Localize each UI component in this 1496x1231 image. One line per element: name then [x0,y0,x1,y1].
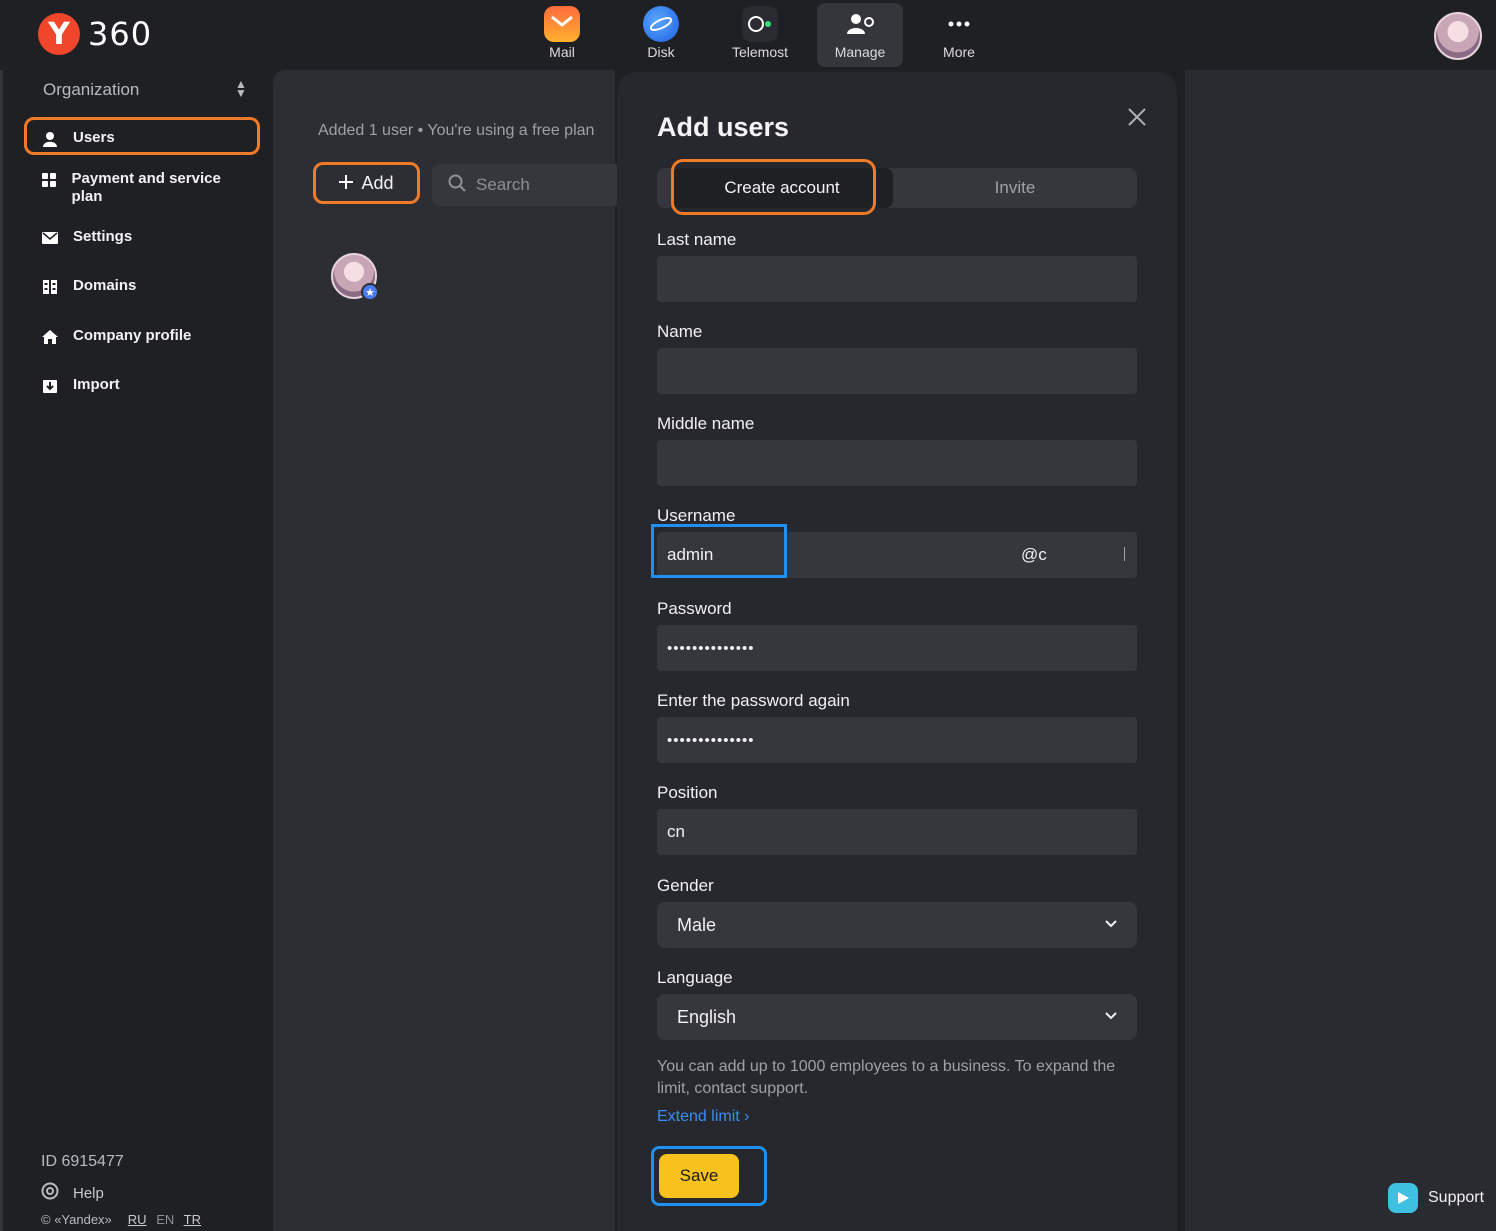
sidebar-item-domains[interactable]: Domains [41,277,136,296]
position-field[interactable]: cn [657,809,1137,855]
sidebar-item-users[interactable]: Users [41,129,115,148]
employee-limit-note: You can add up to 1000 employees to a bu… [657,1058,1116,1097]
gender-value: Male [677,914,717,935]
lang-en-link[interactable]: EN [156,1212,174,1227]
language-value: English [677,1006,737,1027]
language-select[interactable]: English [657,994,1137,1040]
mail-icon [544,6,580,42]
support-label: Support [1428,1189,1485,1206]
users-summary: Added 1 user • You're using a free plan [318,122,595,139]
name-field[interactable] [657,348,1137,394]
search-placeholder: Search [476,175,530,194]
help-label: Help [73,1184,104,1202]
support-chat-icon [1388,1183,1418,1213]
username-label: Username [657,506,736,525]
save-button[interactable]: Save [659,1154,739,1198]
logo-text: 360 [88,15,153,53]
app-label: More [943,44,975,60]
last-name-label: Last name [657,230,737,249]
position-label: Position [657,783,718,802]
username-domain: @c [1021,545,1047,564]
user-icon [41,130,59,148]
gender-label: Gender [657,876,714,895]
app-telemost[interactable]: Telemost [717,3,803,67]
modal-title: Add users [657,112,790,142]
help-link[interactable]: Help [41,1182,104,1204]
chevron-down-icon [1103,915,1119,936]
app-more[interactable]: More [916,3,1002,67]
add-users-modal: Add users Create account Invite Last nam… [617,72,1177,1231]
account-avatar[interactable] [1434,12,1482,60]
app-label: Manage [834,44,886,60]
sidebar-item-company-profile[interactable]: Company profile [41,327,191,346]
top-bar: Y 360 Mail Disk Telemost Manage More [0,0,1496,70]
create-account-highlight [671,159,876,215]
middle-name-label: Middle name [657,414,755,433]
sidebar-item-label: Settings [73,228,133,245]
sidebar-item-payment[interactable]: Payment and service plan [41,170,241,206]
grid-icon [41,171,58,189]
admin-star-icon: ★ [361,283,379,301]
search-input[interactable]: Search [432,164,622,206]
sidebar-item-label: Domains [73,277,137,294]
lang-tr-link[interactable]: TR [184,1212,201,1227]
app-label: Disk [647,44,675,60]
import-icon [41,377,59,395]
close-icon[interactable] [1127,102,1147,134]
main-content: Added 1 user • You're using a free plan … [273,70,622,1231]
organization-id: ID 6915477 [41,1153,124,1170]
middle-name-field[interactable] [657,440,1137,486]
add-label: Add [361,172,394,193]
plus-icon [339,173,354,194]
password-again-label: Enter the password again [657,691,850,710]
app-mail[interactable]: Mail [519,3,605,67]
sidebar-item-label: Import [73,376,120,393]
tab-invite[interactable]: Invite [897,168,1133,208]
password-again-field[interactable]: •••••••••••••• [657,717,1137,763]
support-button[interactable]: Support [1388,1183,1484,1213]
password-field[interactable]: •••••••••••••• [657,625,1137,671]
text-caret [1124,547,1125,561]
domains-icon [41,278,59,296]
more-icon [941,6,977,42]
password-label: Password [657,599,732,618]
sidebar: Organization ▲ ▼ Users Payment and servic… [0,70,272,1231]
username-highlight [651,524,787,578]
telemost-icon [742,6,778,42]
yandex-360-logo[interactable]: Y 360 [38,13,152,55]
last-name-field[interactable] [657,256,1137,302]
extend-limit-label: Extend limit [657,1108,740,1125]
copyright: © «Yandex» [41,1212,112,1227]
lang-ru-link[interactable]: RU [128,1212,147,1227]
chevron-right-icon: › [744,1108,750,1125]
language-label: Language [657,968,733,987]
mail-settings-icon [41,229,59,247]
app-label: Mail [549,44,575,60]
sidebar-item-label: Company profile [73,327,192,344]
disk-icon [643,6,679,42]
name-label: Name [657,322,703,341]
sort-arrows-icon[interactable]: ▲ ▼ [235,78,247,99]
help-icon [41,1182,59,1204]
extend-limit-link[interactable]: Extend limit › [657,1108,749,1126]
add-user-button[interactable]: Add [313,162,420,204]
search-icon [448,174,466,197]
gender-select[interactable]: Male [657,902,1137,948]
yandex-logo-icon: Y [38,13,80,55]
sidebar-item-import[interactable]: Import [41,376,120,395]
app-disk[interactable]: Disk [618,3,704,67]
sidebar-item-label: Payment and service plan [71,170,221,205]
background-overlay [1185,70,1496,1231]
organization-selector[interactable]: Organization [43,80,139,100]
chevron-down-icon [1103,1007,1119,1028]
home-icon [41,328,59,346]
app-manage[interactable]: Manage [817,3,903,67]
footer: © «Yandex» RU EN TR [41,1212,207,1227]
sidebar-item-label: Users [73,129,115,146]
sidebar-item-settings[interactable]: Settings [41,228,132,247]
manage-icon [842,6,878,42]
app-label: Telemost [731,44,789,60]
